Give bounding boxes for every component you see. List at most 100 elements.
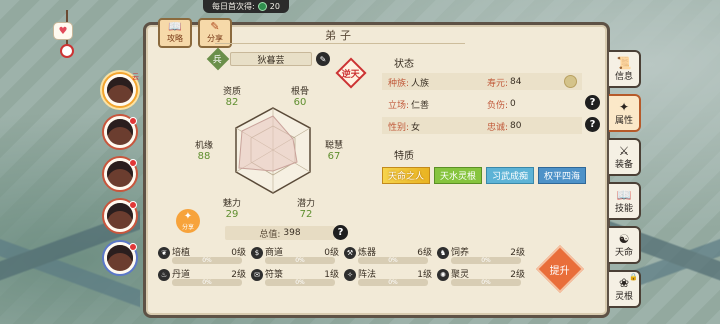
help-icon-loyalty[interactable]: ? — [585, 117, 600, 132]
talisman-icon: ✉ — [251, 269, 263, 281]
disciple-avatar-5[interactable] — [102, 240, 138, 276]
book-icon: 📖 — [616, 187, 632, 202]
skill-progress: 0% — [172, 257, 242, 264]
share-stats-button[interactable]: ✦ 分享 — [176, 209, 200, 233]
tab-attack-guide[interactable]: 📖 攻略 — [158, 18, 192, 48]
tab-equipment[interactable]: ⚔ 装备 — [609, 138, 641, 176]
tab-spirit-root[interactable]: 🔒 ❀ 灵根 — [609, 270, 641, 308]
total-label: 总值: — [259, 229, 281, 240]
skill-progress: 0% — [265, 279, 335, 286]
stat-label: 根骨 — [290, 87, 309, 97]
flower-icon: ❀ — [618, 275, 630, 290]
tab-skills-label: 技能 — [614, 203, 633, 214]
stat-value: 88 — [197, 151, 211, 162]
notification-dot — [129, 117, 137, 125]
status-loyalty: 忠诚: 80 — [487, 119, 587, 133]
trait-item[interactable]: 权平四海 — [538, 167, 587, 184]
stat-meili: 魅力 29 — [212, 196, 252, 220]
skill-progress: 0% — [265, 257, 335, 264]
skill-breeding[interactable]: ♞ 饲养 2级 0% — [437, 245, 530, 266]
help-icon-status[interactable]: ? — [585, 95, 600, 110]
daily-reward-bar: 每日首次得: 20 — [203, 0, 289, 13]
tab-info[interactable]: 📜 信息 — [609, 50, 641, 88]
tab-attack-guide-label: 攻略 — [167, 34, 183, 43]
help-glyph: ? — [337, 227, 344, 238]
disciple-badge: 云 — [132, 73, 139, 81]
status-gender: 性别: 女 — [388, 119, 488, 133]
forging-icon: ⚒ — [344, 247, 356, 259]
page-title: 弟子 — [325, 28, 355, 42]
stat-value: 72 — [299, 209, 313, 220]
disciple-name-row: 兵 狄暮芸 ✎ — [206, 47, 330, 71]
stat-value: 60 — [293, 97, 307, 108]
skill-progress: 0% — [358, 257, 428, 264]
traits-title: 特质 — [394, 151, 414, 162]
rank-glyph: 兵 — [213, 55, 223, 66]
skill-formation[interactable]: ✧ 阵法 1级 0% — [344, 267, 437, 288]
heart-glyph: ♥ — [58, 25, 68, 37]
skill-progress: 0% — [358, 279, 428, 286]
status-value: 人族 — [411, 78, 430, 89]
status-value: 84 — [510, 77, 522, 87]
side-tab-bar: 📜 信息 ✦ 属性 ⚔ 装备 📖 技能 ☯ 天命 🔒 ❀ 灵根 — [609, 50, 643, 314]
spirit-stone-icon — [257, 2, 267, 11]
disciple-list: 云 — [102, 72, 140, 282]
rename-icon[interactable]: ✎ — [316, 52, 330, 66]
status-race: 种族: 人族 — [388, 75, 488, 89]
tab-attributes[interactable]: ✦ 属性 — [609, 94, 641, 132]
skill-grid: ❦ 培植 0级 0% $ 商道 0级 0% ⚒ 炼器 6级 0% ♞ 饲养 2级… — [158, 245, 530, 288]
heart-icon[interactable]: ♥ — [53, 22, 73, 40]
ornament-knot — [60, 44, 74, 58]
rank-badge: 兵 — [206, 47, 230, 71]
stat-label: 聪慧 — [324, 141, 343, 151]
trait-item[interactable]: 天命之人 — [382, 167, 431, 184]
disciple-avatar-1[interactable]: 云 — [102, 72, 139, 108]
skill-gathering[interactable]: ✺ 聚灵 2级 0% — [437, 267, 530, 288]
share-icon: ✦ — [183, 211, 193, 222]
stat-zizhi: 资质 82 — [212, 84, 252, 108]
stat-label: 资质 — [222, 87, 241, 97]
status-key: 种族: — [388, 78, 410, 89]
status-key: 负伤: — [487, 100, 509, 111]
help-glyph: ? — [589, 97, 596, 108]
skill-talisman[interactable]: ✉ 符箓 1级 0% — [251, 267, 344, 288]
disciple-avatar-2[interactable] — [102, 114, 138, 150]
tab-info-label: 信息 — [614, 71, 633, 82]
disciple-name: 狄暮芸 — [230, 52, 312, 66]
stat-value: 29 — [225, 209, 239, 220]
disciple-avatar-3[interactable] — [102, 156, 138, 192]
attribute-radar: 资质 82 根骨 60 机缘 88 聪慧 67 魅力 29 潜力 72 — [188, 80, 358, 230]
stat-jiyuan: 机缘 88 — [184, 138, 224, 162]
notification-dot — [129, 159, 137, 167]
scroll-icon: 📜 — [616, 55, 632, 70]
guide-icon: 📖 — [168, 20, 182, 33]
disciple-avatar-4[interactable] — [102, 198, 138, 234]
tab-skills[interactable]: 📖 技能 — [609, 182, 641, 220]
skill-commerce[interactable]: $ 商道 0级 0% — [251, 245, 344, 266]
stat-gengu: 根骨 60 — [280, 84, 320, 108]
trait-item[interactable]: 天水灵根 — [434, 167, 483, 184]
help-icon-stats[interactable]: ? — [333, 225, 348, 240]
tab-destiny[interactable]: ☯ 天命 — [609, 226, 641, 264]
status-stance: 立场: 仁善 — [388, 97, 488, 111]
planting-icon: ❦ — [158, 247, 170, 259]
skill-forging[interactable]: ⚒ 炼器 6级 0% — [344, 245, 437, 266]
skill-progress: 0% — [451, 257, 521, 264]
stat-label: 潜力 — [296, 199, 315, 209]
stat-value: 67 — [327, 151, 341, 162]
gathering-icon: ✺ — [437, 269, 449, 281]
stat-conghui: 聪慧 67 — [314, 138, 354, 162]
talent-badge-label: 逆天 — [342, 69, 361, 80]
tab-destiny-label: 天命 — [614, 247, 633, 258]
skill-progress: 0% — [451, 279, 521, 286]
skill-alchemy[interactable]: ♨ 丹道 2级 0% — [158, 267, 251, 288]
lifespan-info-icon[interactable] — [564, 75, 577, 88]
skill-planting[interactable]: ❦ 培植 0级 0% — [158, 245, 251, 266]
yin-yang-icon: ☯ — [618, 231, 630, 246]
status-value: 仁善 — [411, 100, 430, 111]
share-stats-label: 分享 — [181, 224, 194, 231]
status-key: 性别: — [388, 122, 410, 133]
trait-item[interactable]: 习武成痴 — [486, 167, 535, 184]
breeding-icon: ♞ — [437, 247, 449, 259]
status-key: 寿元: — [487, 78, 509, 89]
